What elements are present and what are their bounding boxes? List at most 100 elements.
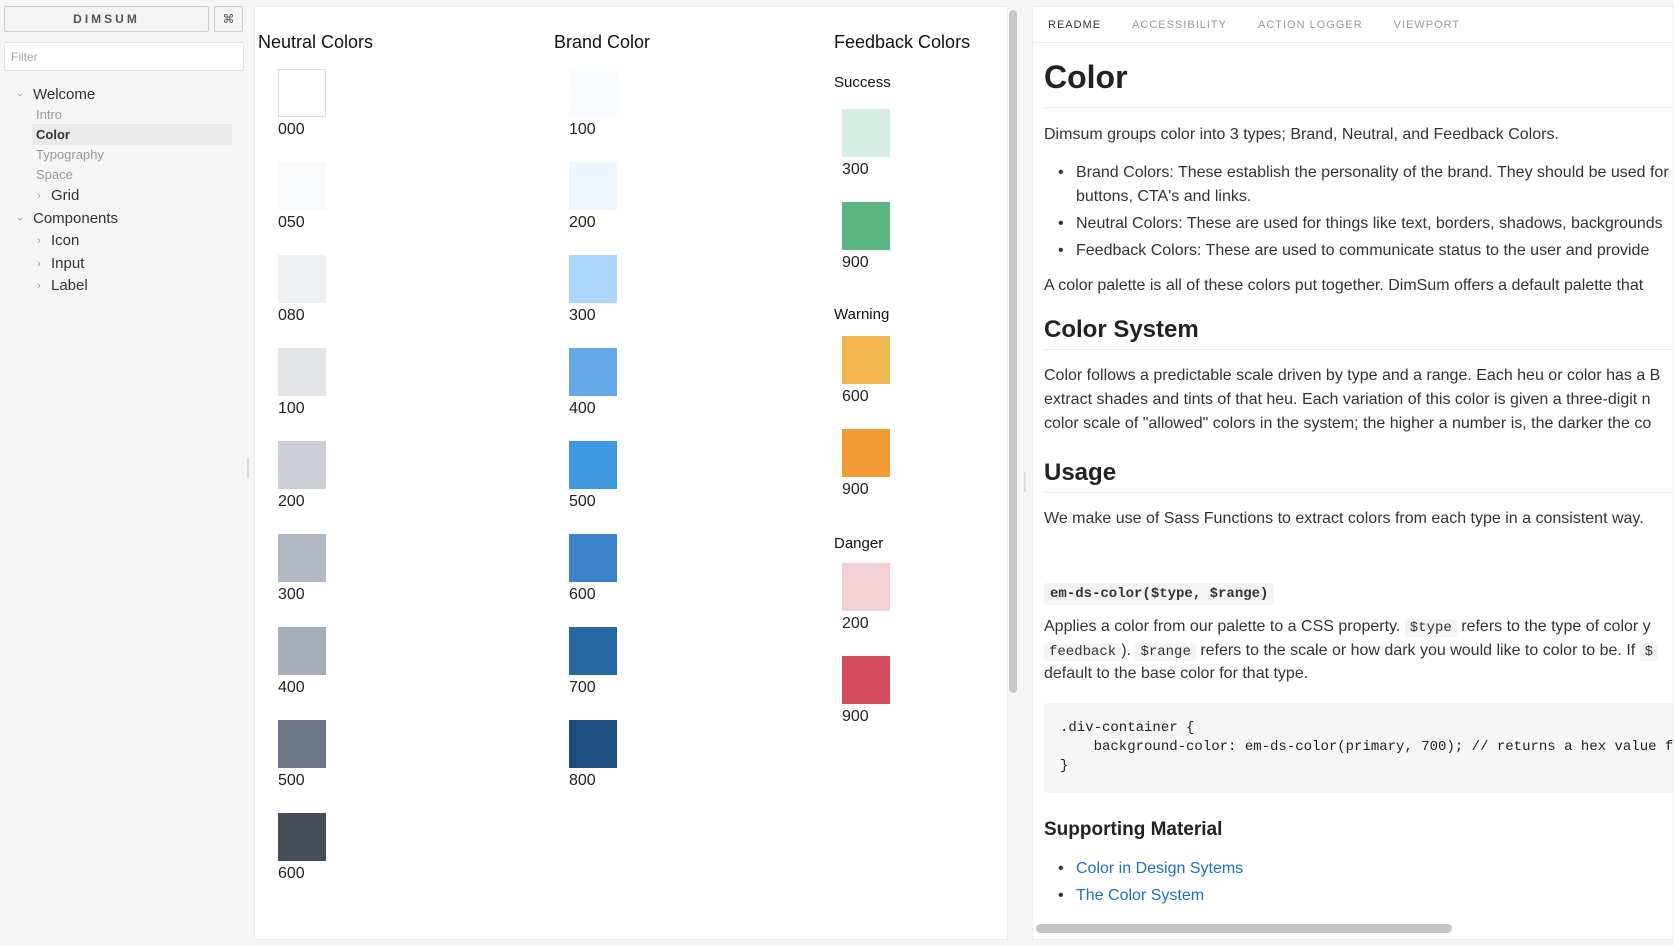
chevron-right-icon: › xyxy=(37,279,41,292)
chevron-down-icon: › xyxy=(14,92,26,97)
color-system-heading: Color System xyxy=(1044,316,1199,343)
tree-item-label: Typography xyxy=(36,147,104,162)
danger-swatch-200 xyxy=(842,563,890,611)
tree-item-label: Input xyxy=(51,255,85,272)
inline-code: $range xyxy=(1135,643,1196,661)
list-item: • Feedback Colors: These are used to comm… xyxy=(1058,242,1650,259)
supporting-links-list: • Color in Design Sytems • The Color Syste… xyxy=(1044,857,1243,908)
brand-color-title: Brand Color xyxy=(554,32,651,52)
color-types-list: • Brand Colors: These establish the perso… xyxy=(1044,161,1669,263)
brand-swatch-300 xyxy=(569,255,617,303)
chevron-right-icon: › xyxy=(37,234,41,247)
tab-action-logger[interactable]: ACTION LOGGER xyxy=(1258,19,1363,31)
tree-item-space[interactable]: Space xyxy=(36,164,73,185)
list-item: • The Color System xyxy=(1058,887,1205,904)
applies-line-1: Applies a color from our palette to a CS… xyxy=(1044,618,1651,637)
addons-horizontal-scrollbar[interactable] xyxy=(1036,924,1452,933)
brand-swatch-label: 500 xyxy=(569,493,596,510)
brand-swatch-label: 700 xyxy=(569,679,596,696)
brand-swatch-200 xyxy=(569,162,617,210)
danger-group-title: Danger xyxy=(834,535,884,552)
usage-heading: Usage xyxy=(1044,459,1117,486)
applies-line-2: feedback). $range refers to the scale or… xyxy=(1044,639,1659,664)
tree-item-color[interactable]: Color xyxy=(32,124,232,145)
neutral-swatch-300 xyxy=(278,534,326,582)
success-swatch-label: 900 xyxy=(842,254,869,271)
tree-item-typography[interactable]: Typography xyxy=(36,144,104,165)
neutral-swatch-080 xyxy=(278,255,326,303)
chevron-right-icon: › xyxy=(37,257,41,270)
brand-swatch-700 xyxy=(569,627,617,675)
neutral-swatch-label: 400 xyxy=(278,679,305,696)
success-swatch-300 xyxy=(842,109,890,157)
brand-swatch-label: 300 xyxy=(569,307,596,324)
danger-swatch-label: 900 xyxy=(842,708,869,725)
neutral-swatch-100 xyxy=(278,348,326,396)
tree-item-label[interactable]: › Label xyxy=(33,275,88,296)
inline-code: $type xyxy=(1404,619,1457,637)
code-example: .div-container { background-color: em-ds… xyxy=(1044,703,1673,793)
success-swatch-900 xyxy=(842,202,890,250)
keyboard-shortcuts-button[interactable]: ⌘ xyxy=(214,6,243,32)
warning-swatch-label: 600 xyxy=(842,388,869,405)
feedback-colors-title: Feedback Colors xyxy=(834,32,971,52)
chevron-right-icon: › xyxy=(37,189,41,202)
tree-item-label: Color xyxy=(36,127,70,142)
warning-swatch-label: 900 xyxy=(842,481,869,498)
readme-intro: Dimsum groups color into 3 types; Brand,… xyxy=(1044,126,1559,143)
preview-canvas: Neutral Colors Brand Color Feedback Colo… xyxy=(254,6,1008,940)
brand-swatch-label: 200 xyxy=(569,214,596,231)
tree-item-icon[interactable]: › Icon xyxy=(33,230,79,251)
link-the-color-system[interactable]: The Color System xyxy=(1076,887,1204,904)
success-swatch-label: 300 xyxy=(842,161,869,178)
sidebar-resize-handle[interactable] xyxy=(247,458,249,478)
addon-tabs: README ACCESSIBILITY ACTION LOGGER VIEWP… xyxy=(1033,7,1673,43)
tab-readme[interactable]: README xyxy=(1048,19,1101,31)
brand-swatch-400 xyxy=(569,348,617,396)
divider xyxy=(1044,107,1673,108)
list-item: buttons, CTA's and links. xyxy=(1076,188,1252,205)
neutral-swatch-200 xyxy=(278,441,326,489)
divider xyxy=(1044,349,1673,350)
link-color-in-design-systems[interactable]: Color in Design Sytems xyxy=(1076,860,1243,877)
neutral-swatch-600 xyxy=(278,813,326,861)
tree-item-intro[interactable]: Intro xyxy=(36,104,62,125)
tree-item-grid[interactable]: › Grid xyxy=(33,185,79,206)
tab-accessibility[interactable]: ACCESSIBILITY xyxy=(1132,19,1227,31)
tree-item-label: Icon xyxy=(51,232,80,249)
neutral-swatch-label: 080 xyxy=(278,307,305,324)
tree-item-components[interactable]: › Components xyxy=(14,208,118,229)
neutral-swatch-400 xyxy=(278,627,326,675)
system-paragraph-line: Color follows a predictable scale driven… xyxy=(1044,367,1661,384)
tree-item-welcome[interactable]: › Welcome xyxy=(14,84,95,105)
neutral-colors-title: Neutral Colors xyxy=(258,32,374,52)
preview-scrollbar[interactable] xyxy=(1009,10,1017,693)
danger-swatch-900 xyxy=(842,656,890,704)
warning-swatch-600 xyxy=(842,336,890,384)
inline-code: feedback xyxy=(1044,643,1122,661)
brand-button[interactable]: DIMSUM xyxy=(4,6,209,32)
brand-swatch-label: 100 xyxy=(569,121,596,138)
neutral-swatch-label: 500 xyxy=(278,772,305,789)
inline-code: $ xyxy=(1639,643,1659,661)
brand-swatch-100 xyxy=(569,69,617,117)
tab-viewport[interactable]: VIEWPORT xyxy=(1394,19,1460,31)
neutral-swatch-500 xyxy=(278,720,326,768)
neutral-swatch-label: 000 xyxy=(278,121,305,138)
divider xyxy=(1044,492,1673,493)
tree-item-input[interactable]: › Input xyxy=(33,253,84,274)
applies-line-3: default to the base color for that type. xyxy=(1044,665,1309,682)
chevron-down-icon: › xyxy=(14,216,26,221)
success-group-title: Success xyxy=(834,74,891,91)
supporting-material-heading: Supporting Material xyxy=(1044,819,1223,840)
warning-swatch-900 xyxy=(842,429,890,477)
tree-item-label: Components xyxy=(33,210,119,227)
neutral-swatch-label: 600 xyxy=(278,865,305,882)
readme-title: Color xyxy=(1044,59,1128,95)
panel-resize-handle[interactable] xyxy=(1024,472,1026,492)
filter-input[interactable] xyxy=(4,42,244,71)
system-paragraph-line: extract shades and tints of that heu. Ea… xyxy=(1044,391,1651,408)
function-signature: em-ds-color($type, $range) xyxy=(1044,583,1275,605)
brand-swatch-label: 600 xyxy=(569,586,596,603)
neutral-swatch-label: 100 xyxy=(278,400,305,417)
